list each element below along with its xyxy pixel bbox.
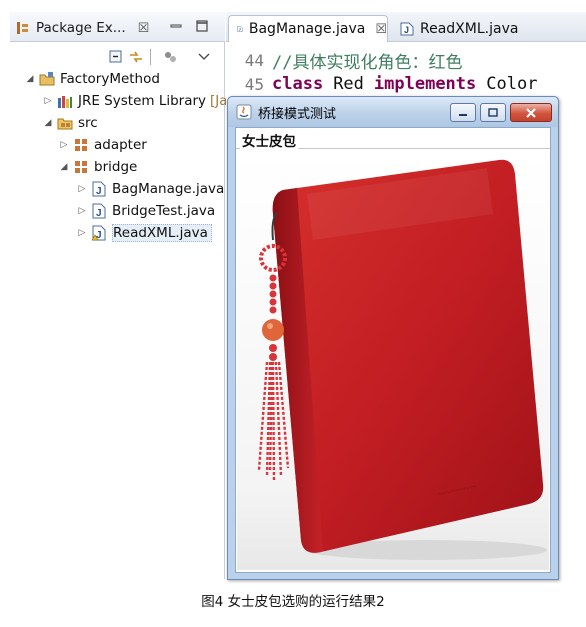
svg-text:J: J: [239, 28, 241, 32]
tab-readxml[interactable]: J ReadXML.java: [392, 15, 532, 42]
code-comment: //具体实现化角色：红色: [272, 52, 463, 73]
tree-item-project[interactable]: ◢ FactoryMethod: [24, 68, 160, 90]
tree-item-src[interactable]: ◢ src: [42, 112, 98, 134]
maximize-icon: [488, 107, 498, 117]
tree-item-bagmanage[interactable]: ▷ J BagManage.java: [76, 178, 225, 200]
window-maximize-button[interactable]: [480, 103, 506, 122]
tree-item-adapter[interactable]: ▷ adapter: [58, 134, 147, 156]
line-number: 44: [244, 50, 264, 70]
jre-library-label: JRE System Library: [78, 93, 207, 109]
tree-item-readxml[interactable]: ▷ J ReadXML.java: [76, 222, 212, 244]
window-content: 女士皮包 ~~~~~~: [235, 127, 551, 573]
line-number: 45: [244, 74, 264, 94]
src-label: src: [78, 115, 98, 131]
package-explorer-view: Package Ex... ☒ ◢ FactoryMethod ▷ JRE Sy…: [10, 12, 236, 579]
tab-bagmanage-label: BagManage.java: [248, 21, 366, 37]
project-label: FactoryMethod: [60, 71, 160, 87]
editor-tabbar: J BagManage.java ☒ J ReadXML.java: [226, 12, 586, 42]
collapsed-arrow-icon[interactable]: ▷: [76, 206, 88, 216]
java-file-icon: J: [237, 26, 243, 32]
bridgetest-label: BridgeTest.java: [112, 203, 216, 219]
tree-item-jre-library[interactable]: ▷ JRE System Library [Jav: [42, 90, 236, 112]
collapse-all-icon[interactable]: [108, 49, 124, 65]
tab-bagmanage[interactable]: J BagManage.java ☒: [228, 15, 388, 42]
tab-package-explorer[interactable]: Package Ex... ☒: [10, 14, 158, 42]
bridge-demo-window: 桥接模式测试 女士皮包 ~~~~~~: [227, 96, 559, 580]
svg-text:J: J: [96, 208, 102, 219]
collapsed-arrow-icon[interactable]: ▷: [76, 184, 88, 194]
maximize-view-icon[interactable]: [196, 20, 208, 32]
java-app-icon: [236, 104, 252, 120]
collapsed-arrow-icon[interactable]: ▷: [76, 228, 88, 238]
bagmanage-label: BagManage.java: [112, 181, 225, 197]
toolbar-separator: [150, 49, 151, 65]
java-file-warning-icon: J: [91, 225, 106, 241]
window-title-bar[interactable]: 桥接模式测试: [228, 97, 558, 127]
group-label: 女士皮包: [240, 130, 298, 150]
svg-text:J: J: [404, 25, 409, 35]
close-icon[interactable]: ☒: [138, 21, 150, 36]
red-wallet-image: ~~~~~~: [237, 154, 549, 570]
package-icon: [75, 139, 87, 151]
window-minimize-button[interactable]: [450, 103, 476, 122]
package-explorer-toolbar: [10, 43, 225, 71]
minimize-icon: [459, 113, 467, 116]
code-identifier: Red: [333, 74, 364, 94]
svg-text:J: J: [96, 186, 102, 197]
link-with-editor-icon[interactable]: [128, 49, 144, 65]
package-explorer-icon: [17, 22, 28, 34]
collapsed-arrow-icon[interactable]: ▷: [42, 96, 54, 106]
java-file-icon: J: [92, 181, 106, 197]
library-icon: [58, 96, 72, 108]
code-keyword: class: [272, 74, 324, 94]
java-file-icon: J: [400, 22, 414, 35]
window-close-button[interactable]: [510, 103, 552, 122]
window-title: 桥接模式测试: [258, 106, 337, 122]
tree-item-bridgetest[interactable]: ▷ J BridgeTest.java: [76, 200, 216, 222]
code-line-44[interactable]: 44 //具体实现化角色：红色: [226, 48, 463, 73]
java-project-icon: [39, 72, 55, 86]
expanded-arrow-icon[interactable]: ◢: [42, 118, 54, 128]
figure-caption: 图4 女士皮包选购的运行结果2: [201, 594, 385, 610]
adapter-label: adapter: [94, 137, 147, 153]
tab-readxml-label: ReadXML.java: [420, 20, 519, 37]
tree-item-bridge[interactable]: ◢ bridge: [58, 156, 138, 178]
bridge-label: bridge: [94, 159, 138, 175]
source-folder-icon: [57, 118, 73, 130]
tab-package-explorer-label: Package Ex...: [36, 20, 126, 36]
collapsed-arrow-icon[interactable]: ▷: [58, 140, 70, 150]
code-identifier: Color: [486, 74, 538, 94]
code-line-45[interactable]: 45 class Red implements Color: [226, 72, 538, 96]
minimize-view-icon[interactable]: [170, 20, 182, 32]
java-file-icon: J: [92, 203, 106, 219]
expanded-arrow-icon[interactable]: ◢: [24, 74, 36, 84]
close-icon[interactable]: ☒: [375, 22, 387, 37]
package-icon: [75, 161, 87, 173]
close-icon: [526, 107, 536, 118]
filters-icon[interactable]: [162, 49, 178, 65]
view-menu-icon[interactable]: [196, 49, 212, 65]
package-explorer-tabbar: Package Ex... ☒: [10, 12, 225, 42]
code-keyword: implements: [373, 74, 477, 94]
expanded-arrow-icon[interactable]: ◢: [58, 162, 70, 172]
readxml-label: ReadXML.java: [112, 224, 212, 242]
